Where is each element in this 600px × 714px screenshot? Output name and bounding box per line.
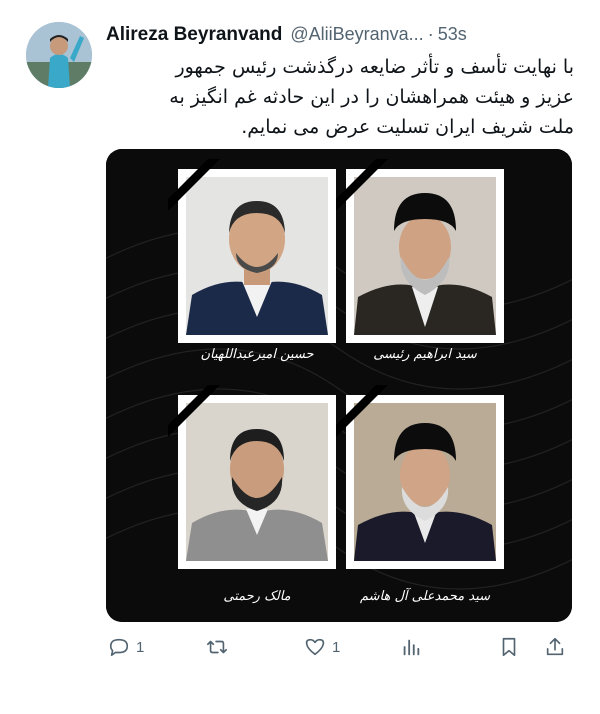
avatar-image bbox=[26, 22, 92, 88]
tweet-text-line: ملت شریف ایران تسلیت عرض می نمایم. bbox=[241, 116, 574, 138]
like-button[interactable]: 1 bbox=[304, 632, 340, 662]
reply-button[interactable]: 1 bbox=[108, 632, 144, 662]
tweet-media[interactable]: حسین امیرعبداللهیان سید ابراهیم رئیسی ما… bbox=[106, 149, 572, 622]
tweet: Alireza Beyranvand @AliiBeyranva... · 53… bbox=[0, 0, 600, 714]
tweet-text-line: عزیز و هیئت همراهشان را در این حادثه غم … bbox=[169, 86, 574, 108]
portrait-card bbox=[168, 385, 336, 569]
bookmark-button[interactable] bbox=[498, 632, 520, 662]
tweet-text: با نهایت تأسف و تأثر ضایعه درگذشت رئیس ج… bbox=[114, 52, 574, 142]
retweet-icon bbox=[207, 640, 227, 654]
share-icon bbox=[546, 637, 564, 656]
portrait-caption: مالک رحمتی bbox=[223, 589, 291, 604]
action-bar: 1 1 bbox=[106, 632, 576, 662]
like-count: 1 bbox=[332, 638, 341, 656]
bookmark-icon bbox=[502, 637, 516, 657]
tweet-text-line: با نهایت تأسف و تأثر ضایعه درگذشت رئیس ج… bbox=[175, 56, 574, 78]
mourning-ribbon-icon bbox=[168, 159, 220, 211]
retweet-button[interactable] bbox=[206, 632, 234, 662]
portrait-caption: سید محمدعلی آل هاشم bbox=[359, 589, 491, 604]
display-name[interactable]: Alireza Beyranvand bbox=[106, 24, 282, 46]
avatar[interactable] bbox=[26, 22, 92, 88]
portrait-card bbox=[336, 159, 504, 343]
portrait-caption: حسین امیرعبداللهیان bbox=[200, 347, 314, 362]
portrait-card bbox=[168, 159, 336, 343]
views-icon bbox=[403, 639, 420, 656]
reply-icon bbox=[109, 638, 129, 657]
mourning-ribbon-icon bbox=[168, 385, 220, 437]
like-icon bbox=[305, 638, 325, 656]
share-button[interactable] bbox=[544, 632, 566, 662]
reply-count: 1 bbox=[136, 638, 145, 656]
views-button[interactable] bbox=[400, 632, 422, 662]
tweet-header: Alireza Beyranvand @AliiBeyranva... · 53… bbox=[106, 24, 576, 50]
mourning-ribbon-icon bbox=[336, 159, 388, 211]
mourning-ribbon-icon bbox=[336, 385, 388, 437]
separator-dot: · bbox=[427, 24, 434, 44]
timestamp[interactable]: 53s bbox=[438, 24, 467, 45]
portrait-card bbox=[336, 385, 504, 569]
user-handle[interactable]: @AliiBeyranva... bbox=[290, 24, 423, 45]
portrait-caption: سید ابراهیم رئیسی bbox=[373, 347, 477, 362]
